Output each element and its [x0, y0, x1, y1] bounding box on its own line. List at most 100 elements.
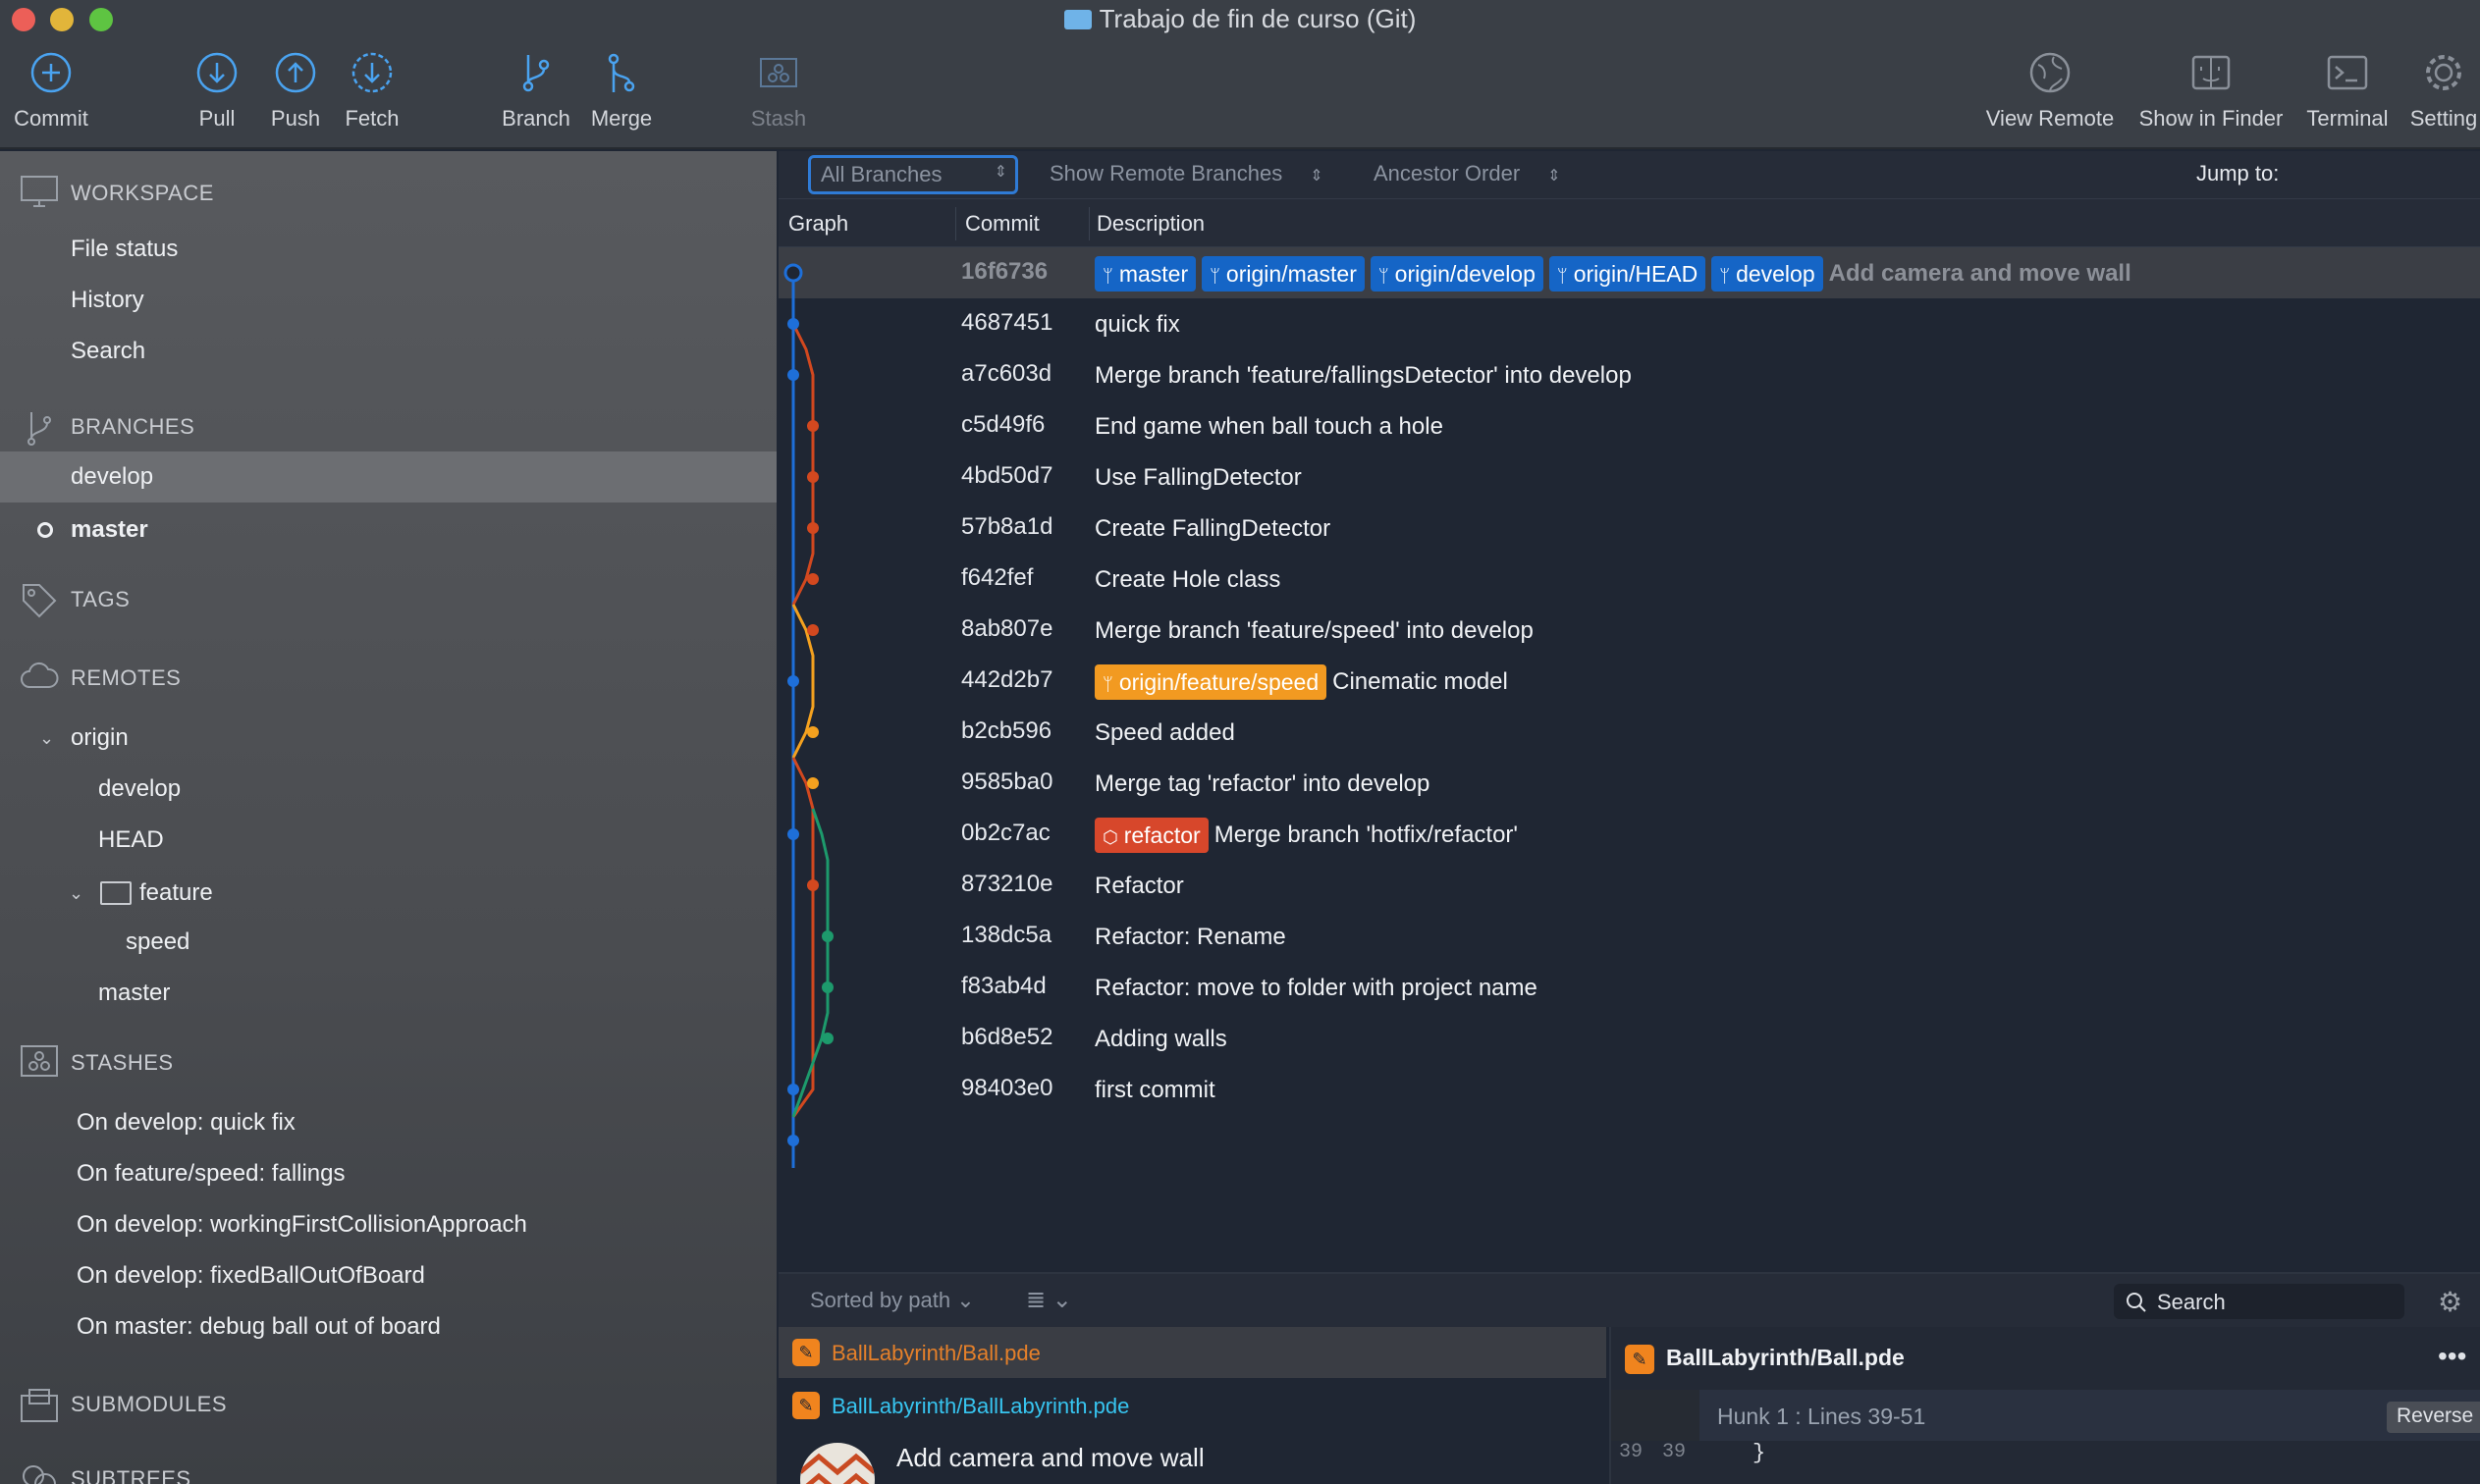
commit-row[interactable]: b6d8e52 Adding walls	[779, 1013, 2480, 1064]
column-divider[interactable]	[1089, 207, 1090, 240]
sidebar-item-label: master	[71, 516, 148, 543]
tag-label[interactable]: ⬡ refactor	[1095, 818, 1209, 853]
sidebar-remote-head[interactable]: HEAD	[0, 815, 777, 866]
branch-filter-select[interactable]: All Branches ⇕	[808, 155, 1018, 194]
sidebar-remote-master[interactable]: master	[0, 968, 777, 1019]
branch-label[interactable]: ᛘ origin/HEAD	[1548, 256, 1706, 292]
commit-row[interactable]: 8ab807e Merge branch 'feature/speed' into…	[779, 605, 2480, 656]
commit-row[interactable]: 442d2b7 ᛘ origin/feature/speed Cinematic mo…	[779, 656, 2480, 707]
commit-row[interactable]: f642fef Create Hole class	[779, 554, 2480, 605]
branch-label[interactable]: ᛘ master	[1095, 256, 1197, 292]
history-view: All Branches ⇕ Show Remote Branches ⇕ Anc…	[779, 151, 2480, 1484]
column-divider[interactable]	[955, 207, 956, 240]
commit-message: Refactor: move to folder with project na…	[1095, 975, 1537, 1001]
sidebar-stash-item[interactable]: On develop: fixedBallOutOfBoard	[0, 1250, 777, 1301]
terminal-button[interactable]: Terminal	[2301, 51, 2394, 132]
branch-label[interactable]: ᛘ develop	[1711, 256, 1823, 292]
sort-select[interactable]: Sorted by path ⌄	[810, 1288, 975, 1313]
sidebar-remote-speed[interactable]: speed	[0, 917, 777, 968]
commit-row[interactable]: f83ab4d Refactor: move to folder with pro…	[779, 962, 2480, 1013]
sidebar-stash-item[interactable]: On develop: quick fix	[0, 1097, 777, 1148]
sidebar-stash-item[interactable]: On develop: workingFirstCollisionApproac…	[0, 1199, 777, 1250]
commit-message: Merge branch 'hotfix/refactor'	[1213, 822, 1519, 848]
remotes-section-header[interactable]: REMOTES	[0, 654, 777, 701]
commit-column-header[interactable]: Commit	[965, 211, 1040, 237]
commit-row[interactable]: 0b2c7ac ⬡ refactor Merge branch 'hotfix/ref…	[779, 809, 2480, 860]
workspace-section-header[interactable]: WORKSPACE	[0, 169, 777, 216]
commit-row[interactable]: 4bd50d7 Use FallingDetector	[779, 451, 2480, 503]
globe-icon	[2029, 52, 2071, 93]
commit-button[interactable]: Commit	[10, 51, 92, 132]
order-select[interactable]: Ancestor Order ⇕	[1374, 161, 1561, 186]
commit-row[interactable]: 873210e Refactor	[779, 860, 2480, 911]
push-button[interactable]: Push	[267, 51, 324, 132]
commit-row[interactable]: 138dc5a Refactor: Rename	[779, 911, 2480, 962]
commit-row[interactable]: 98403e0 first commit	[779, 1064, 2480, 1115]
commit-row[interactable]: 57b8a1d Create FallingDetector	[779, 503, 2480, 554]
commit-row[interactable]: b2cb596 Speed added	[779, 707, 2480, 758]
sidebar-stash-item[interactable]: On feature/speed: fallings	[0, 1148, 777, 1199]
chevron-down-icon: ⌄	[956, 1288, 975, 1312]
file-row[interactable]: ✎ BallLabyrinth/Ball.pde	[779, 1327, 1606, 1378]
subtrees-section-header[interactable]: SUBTREES	[0, 1455, 777, 1484]
branch-filter-value: All Branches	[821, 162, 943, 186]
file-row[interactable]: ✎ BallLabyrinth/BallLabyrinth.pde	[779, 1380, 1606, 1431]
commit-row[interactable]: a7c603d Merge branch 'feature/fallingsDet…	[779, 349, 2480, 400]
graph-column-header[interactable]: Graph	[788, 211, 848, 237]
commit-description: Refactor	[1095, 867, 1184, 906]
sidebar-item-file-status[interactable]: File status	[0, 224, 777, 275]
chevron-down-icon: ⌄	[39, 728, 55, 748]
stash-icon	[21, 1045, 58, 1077]
sidebar-item-label: develop	[98, 775, 182, 802]
commit-row[interactable]: 16f6736 ᛘ master ᛘ origin/master ᛘ origin/deve…	[779, 247, 2480, 298]
sidebar-remote-origin[interactable]: ⌄ origin	[0, 713, 777, 764]
subtrees-icon	[23, 1465, 56, 1484]
submodules-section-header[interactable]: SUBMODULES	[0, 1380, 777, 1427]
view-remote-button[interactable]: View Remote	[1981, 51, 2119, 132]
commit-graph	[783, 263, 834, 1168]
ref-name: master	[1118, 261, 1189, 287]
window-title-text: Trabajo de fin de curso (Git)	[1099, 4, 1417, 33]
gear-icon[interactable]: ⚙	[2438, 1286, 2462, 1318]
sidebar-remote-feature-folder[interactable]: ⌄ feature	[0, 868, 777, 919]
branch-button[interactable]: Branch	[499, 51, 573, 132]
commit-row[interactable]: c5d49f6 End game when ball touch a hole	[779, 400, 2480, 451]
commit-hash: 0b2c7ac	[961, 820, 1051, 846]
subtrees-title: SUBTREES	[71, 1466, 191, 1484]
commit-message: Merge branch 'feature/speed' into develo…	[1095, 617, 1534, 644]
chevron-down-icon: ⌄	[1051, 1287, 1072, 1313]
merge-button[interactable]: Merge	[587, 51, 656, 132]
fetch-button[interactable]: Fetch	[340, 51, 404, 132]
branches-title: BRANCHES	[71, 414, 195, 439]
stash-button[interactable]: Stash	[748, 51, 809, 132]
reverse-hunk-button[interactable]: Reverse hunk	[2387, 1402, 2480, 1433]
more-options-icon[interactable]: •••	[2438, 1341, 2466, 1372]
remote-branches-select[interactable]: Show Remote Branches ⇕	[1050, 161, 1323, 186]
stashes-section-header[interactable]: STASHES	[0, 1038, 777, 1086]
branch-label[interactable]: ᛘ origin/master	[1202, 256, 1365, 292]
branches-section-header[interactable]: BRANCHES	[0, 402, 777, 450]
commit-row[interactable]: 4687451 quick fix	[779, 298, 2480, 349]
description-column-header[interactable]: Description	[1097, 211, 1205, 237]
sidebar-branch-master[interactable]: master	[0, 504, 777, 556]
settings-button[interactable]: Setting	[2407, 51, 2480, 132]
list-view-toggle[interactable]: ≣ ⌄	[1026, 1286, 1072, 1314]
branch-label[interactable]: ᛘ origin/develop	[1370, 256, 1543, 292]
sort-label: Sorted by path	[810, 1288, 951, 1312]
filter-bar: All Branches ⇕ Show Remote Branches ⇕ Anc…	[779, 151, 2480, 198]
tags-section-header[interactable]: TAGS	[0, 575, 777, 622]
show-in-finder-button[interactable]: Show in Finder	[2132, 51, 2290, 132]
pull-button[interactable]: Pull	[191, 51, 243, 132]
commit-row[interactable]: 9585ba0 Merge tag 'refactor' into develop	[779, 758, 2480, 809]
sidebar-stash-item[interactable]: On master: debug ball out of board	[0, 1301, 777, 1352]
sidebar-item-history[interactable]: History	[0, 275, 777, 326]
sidebar-remote-develop[interactable]: develop	[0, 764, 777, 815]
sidebar-item-search[interactable]: Search	[0, 326, 777, 377]
branch-icon: ᛘ	[1103, 266, 1113, 286]
commit-message: Speed added	[1095, 719, 1235, 746]
file-search-input[interactable]: Search	[2114, 1284, 2404, 1319]
sidebar-branch-develop[interactable]: develop	[0, 451, 777, 503]
branch-label[interactable]: ᛘ origin/feature/speed	[1095, 664, 1327, 700]
commit-hash: b2cb596	[961, 717, 1052, 744]
jump-to-input[interactable]	[2298, 157, 2475, 192]
